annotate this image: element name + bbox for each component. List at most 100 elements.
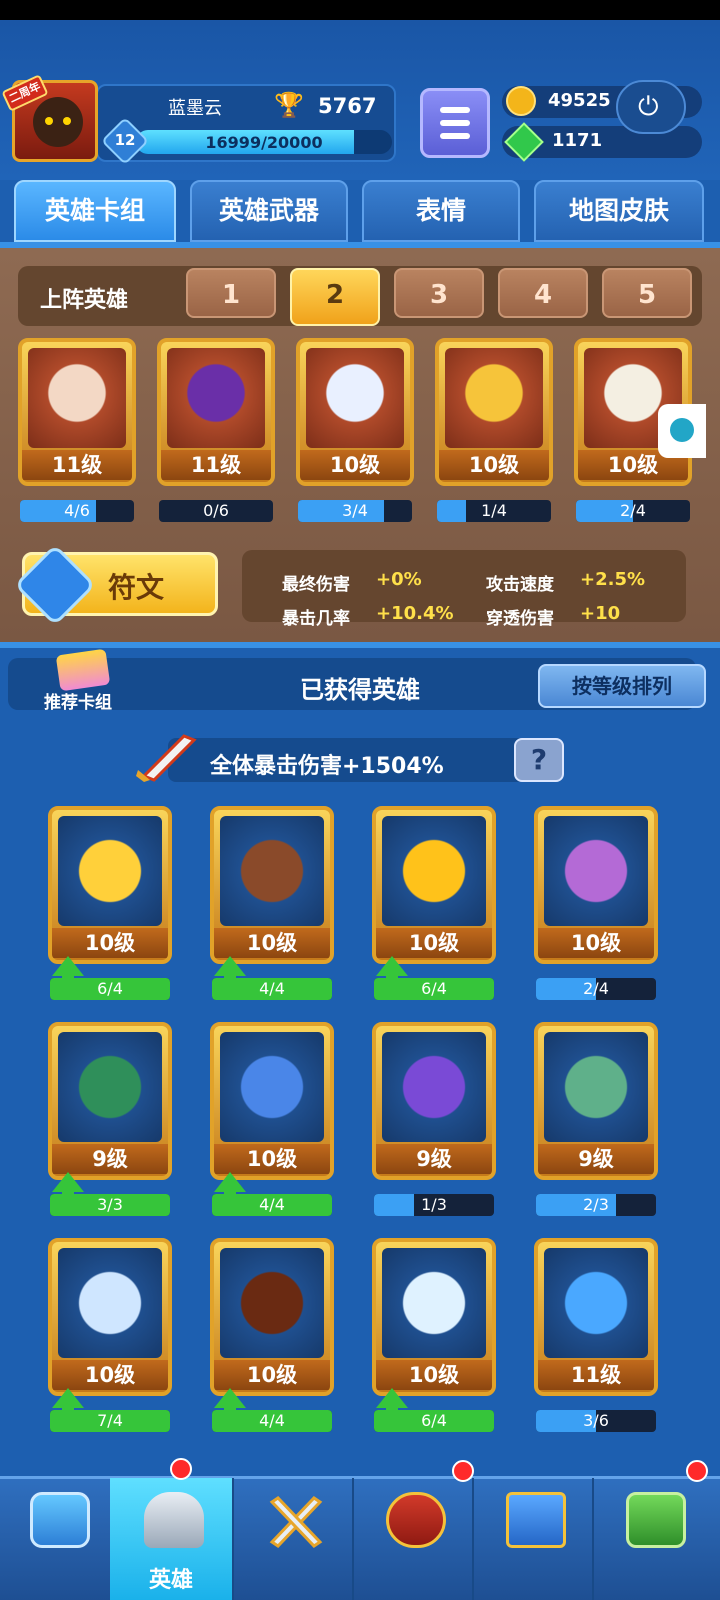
hero-portrait: [58, 1248, 162, 1358]
hero-level: 10级: [214, 1360, 330, 1390]
progress-text: 3/6: [583, 1411, 609, 1430]
help-button[interactable]: ?: [514, 738, 564, 782]
hero-portrait: [58, 1032, 162, 1142]
deck-slot-5[interactable]: 5: [602, 268, 692, 318]
owned-hero-card[interactable]: 9级: [48, 1022, 172, 1180]
hero-card-progress: 4/6: [20, 500, 134, 522]
trophy-count: 5767: [318, 94, 377, 118]
helmet-icon: [144, 1492, 204, 1548]
progress-text: 2/4: [620, 501, 646, 520]
nav-heroes[interactable]: 英雄: [110, 1478, 234, 1600]
treasure-chest-icon: [30, 1492, 90, 1548]
hero-portrait: [220, 816, 324, 926]
garden-notification-dot: [686, 1460, 708, 1482]
upgrade-arrow-icon: [52, 1172, 84, 1192]
nav-shop[interactable]: [0, 1478, 118, 1600]
progress-text: 1/4: [481, 501, 507, 520]
stat-crit-rate-label: 暴击几率: [282, 609, 350, 629]
owned-hero-card[interactable]: 9级: [372, 1022, 496, 1180]
side-float-button[interactable]: [658, 404, 706, 458]
hero-portrait: [220, 1248, 324, 1358]
hero-card-progress: 2/3: [536, 1194, 656, 1216]
xp-text: 16999/20000: [205, 133, 323, 152]
hero-portrait: [445, 348, 543, 448]
owned-hero-card[interactable]: 10级: [210, 1238, 334, 1396]
avatar-eye-right: [63, 117, 71, 125]
hero-card-progress: 1/3: [374, 1194, 494, 1216]
deck-hero-card[interactable]: 11级: [18, 338, 136, 486]
tab-map-skins[interactable]: 地图皮肤: [534, 180, 704, 242]
owned-hero-card[interactable]: 10级: [372, 1238, 496, 1396]
sort-by-level-button[interactable]: 按等级排列: [538, 664, 706, 708]
owned-hero-card[interactable]: 10级: [48, 1238, 172, 1396]
upgrade-arrow-icon: [376, 956, 408, 976]
hero-level: 10级: [376, 1360, 492, 1390]
rune-label: 符文: [108, 571, 165, 604]
hero-level: 9级: [376, 1144, 492, 1174]
trophy-icon: 🏆: [274, 91, 304, 119]
hero-level: 11级: [538, 1360, 654, 1390]
deck-slot-4[interactable]: 4: [498, 268, 588, 318]
sprout-icon: [626, 1492, 686, 1548]
hero-level: 9级: [538, 1144, 654, 1174]
owned-hero-card[interactable]: 9级: [534, 1022, 658, 1180]
hero-level: 11级: [22, 450, 132, 480]
hero-level: 10级: [52, 1360, 168, 1390]
team-banner-icon: [506, 1492, 566, 1548]
tab-emotes[interactable]: 表情: [362, 180, 520, 242]
hero-level: 10级: [300, 450, 410, 480]
power-icon: ⏻: [638, 92, 659, 122]
owned-hero-card[interactable]: 10级: [372, 806, 496, 964]
deck-hero-card[interactable]: 11级: [157, 338, 275, 486]
stat-pierce-value: +10: [580, 603, 621, 624]
nav-garden[interactable]: [596, 1478, 714, 1600]
avatar-face: [33, 97, 83, 147]
menu-line-icon: [440, 107, 470, 113]
clan-notification-dot: [452, 1460, 474, 1482]
deck-hero-card[interactable]: 10级: [435, 338, 553, 486]
nav-heroes-label: 英雄: [148, 1568, 193, 1593]
upgrade-arrow-stem: [62, 1408, 74, 1420]
hero-portrait: [58, 816, 162, 926]
upgrade-arrow-stem: [224, 976, 236, 988]
gold-amount: 49525: [548, 90, 611, 111]
avatar-eye-left: [45, 117, 53, 125]
owned-hero-card[interactable]: 10级: [48, 806, 172, 964]
upgrade-arrow-icon: [376, 1388, 408, 1408]
deck-slot-2[interactable]: 2: [290, 268, 380, 326]
owned-hero-card[interactable]: 11级: [534, 1238, 658, 1396]
upgrade-arrow-stem: [62, 1192, 74, 1204]
deck-slot-3[interactable]: 3: [394, 268, 484, 318]
menu-button[interactable]: [420, 88, 490, 158]
owned-hero-card[interactable]: 10级: [210, 806, 334, 964]
hero-notification-dot: [170, 1458, 192, 1480]
hero-card-progress: 3/4: [298, 500, 412, 522]
owned-hero-card[interactable]: 10级: [534, 806, 658, 964]
stat-final-damage-label: 最终伤害: [282, 575, 350, 595]
nav-clan[interactable]: [356, 1478, 474, 1600]
owned-hero-card[interactable]: 10级: [210, 1022, 334, 1180]
power-button[interactable]: ⏻: [616, 80, 686, 134]
nav-battle[interactable]: [236, 1478, 354, 1600]
tab-hero-deck[interactable]: 英雄卡组: [14, 180, 176, 242]
tab-hero-weapons[interactable]: 英雄武器: [190, 180, 348, 242]
hero-portrait: [544, 1248, 648, 1358]
hero-level: 10级: [214, 1144, 330, 1174]
hero-level: 11级: [161, 450, 271, 480]
hero-portrait: [167, 348, 265, 448]
menu-line-icon: [440, 133, 470, 139]
hero-card-progress: 0/6: [159, 500, 273, 522]
progress-text: 2/4: [583, 979, 609, 998]
joystick-icon: [670, 418, 694, 442]
crown-shield-icon: [386, 1492, 446, 1548]
upgrade-arrow-icon: [52, 1388, 84, 1408]
upgrade-arrow-icon: [52, 956, 84, 976]
deck-slot-1[interactable]: 1: [186, 268, 276, 318]
stat-crit-rate-value: +10.4%: [376, 603, 454, 624]
upgrade-arrow-stem: [386, 976, 398, 988]
deck-hero-card[interactable]: 10级: [296, 338, 414, 486]
hero-level: 9级: [52, 1144, 168, 1174]
nav-social[interactable]: [476, 1478, 594, 1600]
hero-portrait: [544, 1032, 648, 1142]
upgrade-arrow-icon: [214, 956, 246, 976]
